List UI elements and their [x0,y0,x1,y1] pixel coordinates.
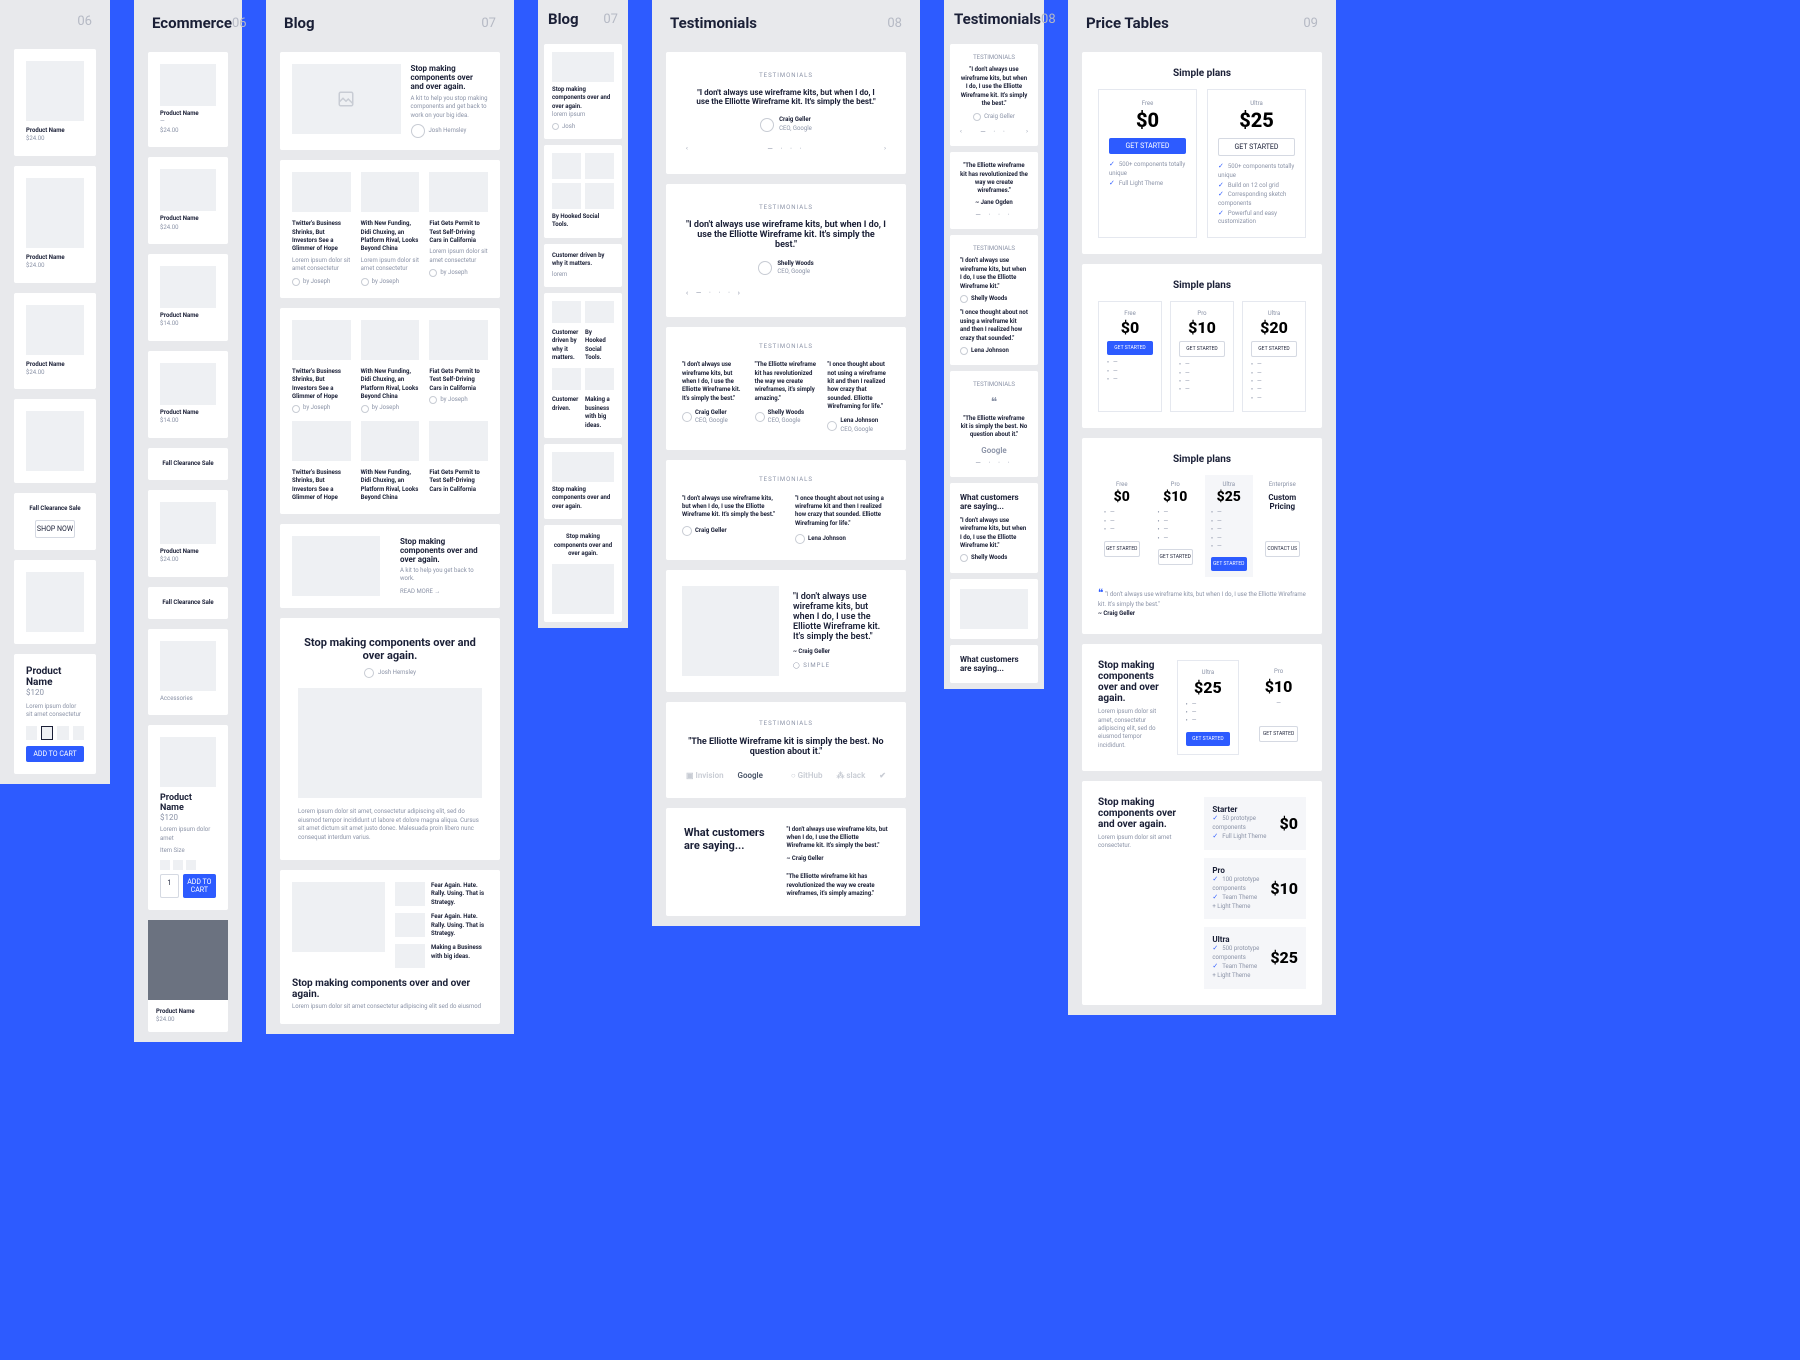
col-price-tables: Price Tables09 Simple plans Free $0 GET … [1068,0,1336,1015]
logo-google: Google [738,771,763,780]
product-detail: Product Name $120 Lorem ipsum dolor sit … [14,654,96,774]
next-icon[interactable]: › [884,145,886,153]
cta-free[interactable]: GET STARTED [1109,138,1186,154]
cta-featured[interactable]: GET STARTED [1211,557,1247,571]
add-button[interactable]: ADD TO CART [183,874,216,898]
sale-banner[interactable]: Fall Clearance SaleSHOP NOW [14,493,96,549]
col-blog: Blog07 Stop making components over and o… [266,0,514,1034]
pagination-dots[interactable]: — · · · [767,145,804,153]
cta-ultra[interactable]: GET STARTED [1218,138,1295,156]
logo-slack: ⁂ slack [836,771,865,780]
logo-github: ○ GitHub [791,771,823,780]
logo-invision: ▣ Invision [686,771,724,780]
col-ecommerce-narrow: Ecommerce06 Product Name—$24.00 Product … [134,0,242,1042]
prev-icon[interactable]: ‹ [686,145,688,153]
col-testimonials-narrow: Testimonials08 TESTIMONIALS"I don't alwa… [944,0,1044,689]
avatar [411,124,425,138]
col-blog-narrow: Blog07 Stop making components over and o… [538,0,628,628]
logo-nike: ✔ [879,771,886,780]
col-ecommerce-partial: 06 Product Name$24.00 Product Name$24.00… [0,0,110,784]
add-to-cart-button[interactable]: ADD TO CART [26,746,84,762]
col-testimonials: Testimonials08 TESTIMONIALS "I don't alw… [652,0,920,926]
